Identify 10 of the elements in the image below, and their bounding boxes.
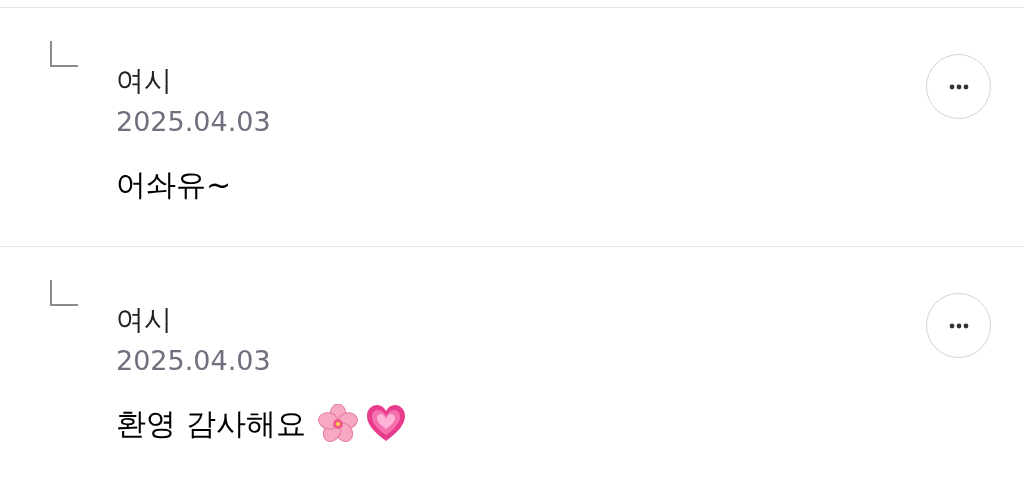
author-name: 여시	[116, 63, 173, 99]
comment-date: 2025.04.03	[116, 105, 272, 139]
heart-icon	[365, 404, 406, 444]
blossom-icon	[317, 404, 358, 444]
comment-text: 어솨유~	[116, 166, 232, 204]
author-name: 여시	[116, 302, 173, 338]
ellipsis-icon	[948, 83, 969, 90]
comment-text: 환영 감사해요	[116, 405, 306, 443]
ellipsis-icon	[948, 322, 969, 329]
comment-date: 2025.04.03	[116, 344, 272, 378]
